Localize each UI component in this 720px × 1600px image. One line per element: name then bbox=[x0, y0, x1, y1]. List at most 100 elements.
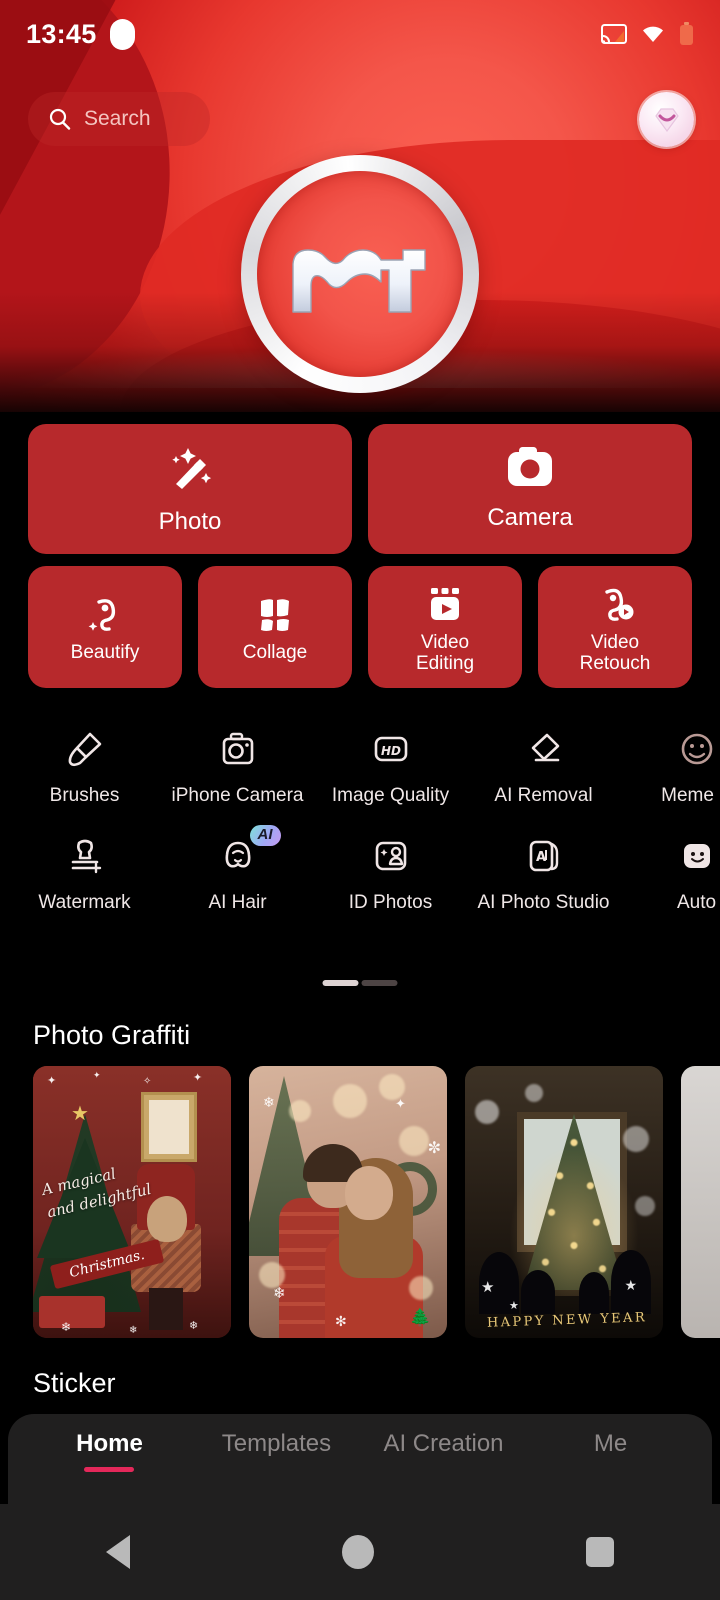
recents-square-icon[interactable] bbox=[586, 1537, 614, 1567]
card2-bokeh-3 bbox=[289, 1100, 311, 1122]
status-left: 13:45 bbox=[26, 18, 135, 50]
ai-badge: AI bbox=[249, 825, 281, 846]
card3-bokeh-4 bbox=[635, 1196, 655, 1216]
tool-pager[interactable] bbox=[322, 980, 398, 986]
action-beautify-label: Beautify bbox=[70, 642, 140, 664]
nav-item-ai-creation[interactable]: AI Creation bbox=[383, 1414, 503, 1472]
tool-row-2: Watermark AI AI Hair ID Photos A AI Phot… bbox=[0, 821, 720, 914]
card2-flake-5: ✻ bbox=[335, 1313, 347, 1329]
nav-item-home[interactable]: Home bbox=[49, 1414, 169, 1472]
pager-dot-1[interactable] bbox=[322, 980, 359, 986]
home-circle-icon[interactable] bbox=[342, 1535, 374, 1569]
search-bar[interactable]: Search bbox=[28, 92, 210, 146]
tool-grid: Brushes iPhone Camera HD Image Quality A… bbox=[0, 714, 720, 914]
tool-watermark-label: Watermark bbox=[38, 892, 131, 913]
id-photo-icon bbox=[375, 841, 406, 871]
avatar[interactable] bbox=[639, 92, 694, 147]
tool-ai-photo-studio-label: AI Photo Studio bbox=[477, 892, 610, 913]
action-photo[interactable]: Photo bbox=[28, 424, 352, 554]
card3-silhouette-3 bbox=[579, 1272, 609, 1314]
card1-flake-3: ✧ bbox=[143, 1076, 152, 1087]
wifi-icon bbox=[643, 26, 663, 42]
tool-meme-emoji-label: Meme E bbox=[661, 785, 720, 806]
primary-actions: Photo Camera bbox=[28, 424, 692, 554]
graffiti-card-1[interactable]: ★ A magical and delightful Christmas. ✦ … bbox=[33, 1066, 231, 1338]
nav-item-me-label: Me bbox=[593, 1430, 628, 1457]
nav-item-me[interactable]: Me bbox=[551, 1414, 671, 1472]
tool-iphone-camera-label: iPhone Camera bbox=[171, 785, 304, 806]
tool-id-photos[interactable]: ID Photos bbox=[314, 821, 467, 914]
app-screen: 13:45 Search Photo Camera Beautify Colla… bbox=[0, 0, 720, 1600]
nav-item-ai-creation-label: AI Creation bbox=[383, 1430, 504, 1457]
search-icon bbox=[49, 108, 71, 130]
tool-ai-removal-label: AI Removal bbox=[494, 785, 593, 806]
card3-tree-lights bbox=[523, 1126, 625, 1292]
watermark-stamp-icon bbox=[71, 839, 101, 874]
nav-active-indicator bbox=[84, 1467, 135, 1472]
card2-flake-6: 🌲 bbox=[409, 1308, 431, 1327]
card1-gift bbox=[39, 1296, 105, 1328]
card2-flake-1: ❄ bbox=[263, 1094, 275, 1110]
action-photo-label: Photo bbox=[158, 508, 222, 535]
tool-ai-hair[interactable]: AI AI Hair bbox=[161, 821, 314, 914]
secondary-actions: Beautify Collage Video Editing Video Ret… bbox=[28, 566, 692, 688]
tool-iphone-camera[interactable]: iPhone Camera bbox=[161, 714, 314, 807]
bottom-nav: Home Templates AI Creation Me bbox=[8, 1414, 712, 1504]
section-title-sticker: Sticker bbox=[33, 1368, 116, 1398]
battery-icon bbox=[680, 22, 693, 45]
camera-cutout-icon bbox=[109, 18, 135, 50]
tool-auto-sticker[interactable]: Auto bbox=[620, 821, 720, 914]
nav-item-home-label: Home bbox=[76, 1430, 143, 1457]
card2-woman-head bbox=[345, 1166, 393, 1220]
tool-image-quality[interactable]: HD Image Quality bbox=[314, 714, 467, 807]
action-camera-label: Camera bbox=[487, 504, 573, 531]
tool-ai-hair-label: AI Hair bbox=[208, 892, 267, 913]
video-editing-icon bbox=[431, 587, 459, 620]
card3-bokeh-2 bbox=[525, 1084, 543, 1102]
svg-text:HD: HD bbox=[380, 744, 400, 758]
paintbrush-icon bbox=[68, 732, 101, 767]
card1-flake-6: ❄ bbox=[129, 1325, 138, 1336]
tool-brushes-label: Brushes bbox=[49, 785, 120, 806]
camera-icon bbox=[508, 447, 552, 486]
camera-outline-icon bbox=[222, 732, 253, 765]
status-time: 13:45 bbox=[26, 18, 97, 49]
pager-dot-2[interactable] bbox=[361, 980, 398, 986]
graffiti-card-4[interactable] bbox=[681, 1066, 720, 1338]
action-beautify[interactable]: Beautify bbox=[28, 566, 182, 688]
tool-ai-photo-studio[interactable]: A AI Photo Studio bbox=[467, 821, 620, 914]
action-collage[interactable]: Collage bbox=[198, 566, 352, 688]
card3-star-3: ★ bbox=[624, 1277, 637, 1293]
nav-item-templates[interactable]: Templates bbox=[216, 1414, 336, 1472]
collage-icon bbox=[261, 599, 289, 632]
tool-ai-removal[interactable]: AI Removal bbox=[467, 714, 620, 807]
action-video-editing[interactable]: Video Editing bbox=[368, 566, 522, 688]
card1-girl-legs bbox=[149, 1288, 183, 1330]
action-camera[interactable]: Camera bbox=[368, 424, 692, 554]
action-video-retouch[interactable]: Video Retouch bbox=[538, 566, 692, 688]
back-triangle-icon[interactable] bbox=[106, 1535, 130, 1569]
tool-id-photos-label: ID Photos bbox=[348, 892, 433, 913]
video-retouch-icon bbox=[605, 588, 634, 621]
tool-meme-emoji[interactable]: Meme E bbox=[620, 714, 720, 807]
card3-bokeh-3 bbox=[623, 1126, 649, 1152]
card1-girl-head bbox=[147, 1196, 187, 1242]
ai-photo-studio-icon: A bbox=[529, 840, 558, 872]
face-beautify-icon bbox=[88, 599, 116, 632]
tool-watermark[interactable]: Watermark bbox=[8, 821, 161, 914]
svg-text:A: A bbox=[535, 850, 545, 865]
tool-brushes[interactable]: Brushes bbox=[8, 714, 161, 807]
mt-monogram-icon bbox=[292, 249, 426, 313]
graffiti-card-3[interactable]: ★ ★ ★ HAPPY NEW YEAR bbox=[465, 1066, 663, 1338]
card2-bokeh-6 bbox=[409, 1276, 433, 1300]
card2-flake-3: ✼ bbox=[427, 1140, 441, 1157]
photo-graffiti-carousel[interactable]: ★ A magical and delightful Christmas. ✦ … bbox=[33, 1066, 720, 1338]
meme-face-icon bbox=[681, 733, 712, 765]
action-video-retouch-label: Video Retouch bbox=[579, 631, 651, 674]
card1-flake-1: ✦ bbox=[47, 1075, 57, 1087]
graffiti-card-2[interactable]: ❄ ✦ ✼ ❄ ✻ 🌲 bbox=[249, 1066, 447, 1338]
card1-flake-4: ✦ bbox=[193, 1072, 203, 1084]
system-nav-bar bbox=[0, 1504, 720, 1600]
nav-item-templates-label: Templates bbox=[221, 1430, 332, 1457]
hd-icon: HD bbox=[374, 736, 407, 762]
